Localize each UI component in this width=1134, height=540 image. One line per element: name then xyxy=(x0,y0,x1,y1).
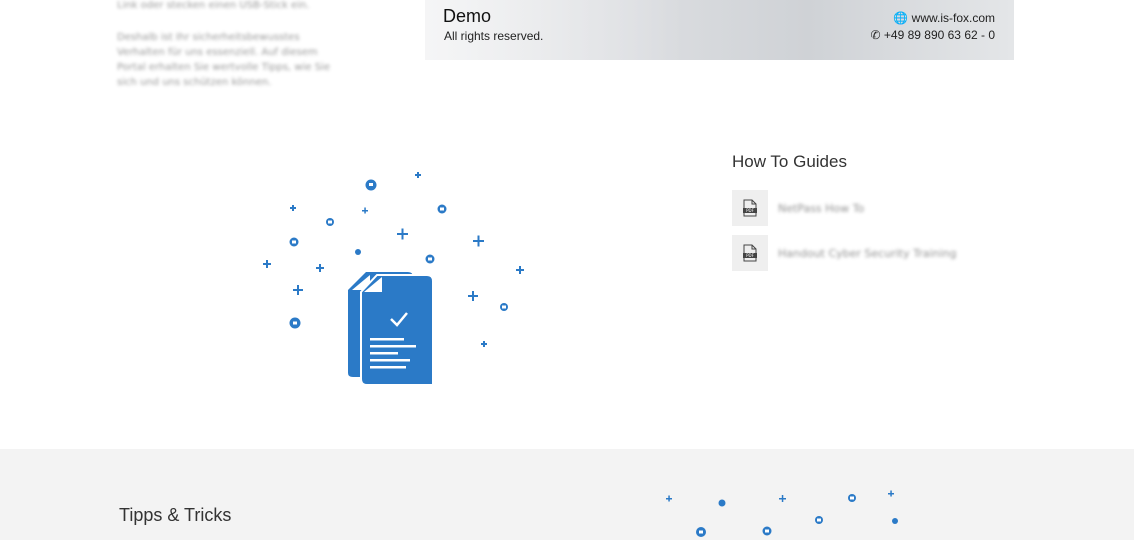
banner-phone-text: +49 89 890 63 62 - 0 xyxy=(883,28,995,42)
pdf-icon: PDF xyxy=(732,190,768,226)
guide-label[interactable]: Handout Cyber Security Training xyxy=(778,247,957,260)
how-to-guides-title: How To Guides xyxy=(732,152,847,171)
banner-website: 🌐 www.is-fox.com xyxy=(893,11,995,25)
guide-label[interactable]: NetPass How To xyxy=(778,202,864,215)
tips-illustration xyxy=(666,490,898,537)
guide-item-handout[interactable]: PDF Handout Cyber Security Training xyxy=(732,235,957,271)
intro-paragraph: Deshalb ist Ihr sicherheitsbewusstes Ver… xyxy=(117,32,330,88)
phone-icon: ✆ xyxy=(870,28,881,42)
pdf-icon: PDF xyxy=(732,235,768,271)
demo-banner: Demo All rights reserved. 🌐 www.is-fox.c… xyxy=(425,0,1014,60)
documents-illustration xyxy=(263,172,524,386)
tips-title: Tipps & Tricks xyxy=(119,505,232,525)
intro-text-top: Link oder stecken einen USB-Stick ein. xyxy=(117,0,310,11)
svg-text:PDF: PDF xyxy=(746,208,754,213)
guide-item-netpass[interactable]: PDF NetPass How To xyxy=(732,190,864,226)
banner-phone: ✆ +49 89 890 63 62 - 0 xyxy=(871,28,996,42)
svg-text:PDF: PDF xyxy=(746,253,754,258)
banner-website-text: www.is-fox.com xyxy=(911,11,995,25)
tips-section xyxy=(0,449,1134,540)
globe-icon: 🌐 xyxy=(893,11,909,25)
banner-subtitle: All rights reserved. xyxy=(444,29,544,43)
banner-title: Demo xyxy=(443,6,492,26)
